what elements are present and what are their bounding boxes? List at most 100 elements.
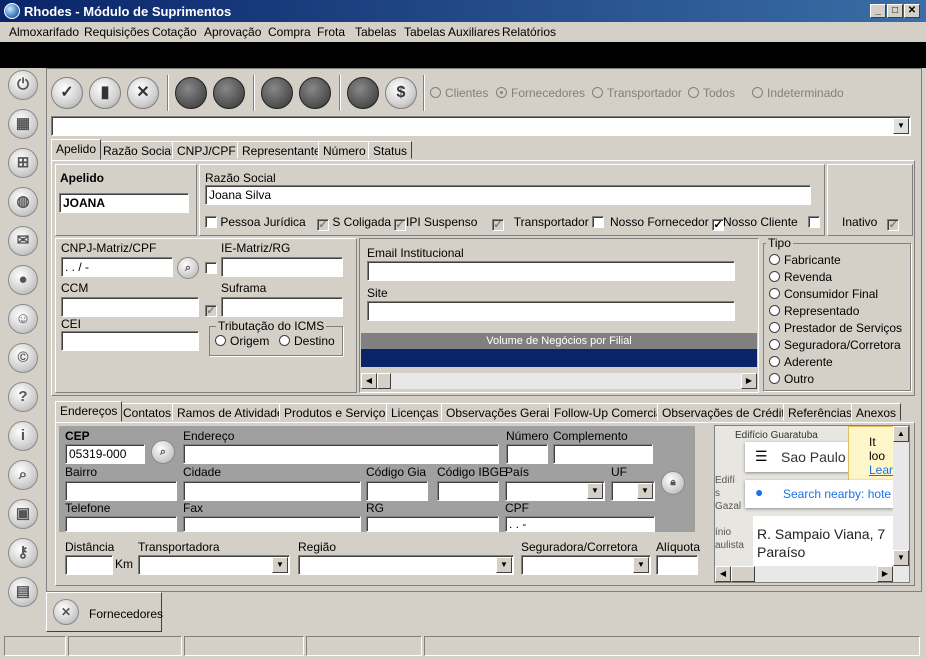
radio-revenda[interactable]: Revenda [769, 270, 832, 284]
seguradora-select[interactable]: ▼ [521, 555, 651, 575]
menu-tabelas[interactable]: Tabelas [355, 25, 396, 39]
radio-indeterminado[interactable]: Indeterminado [752, 86, 844, 100]
key-icon[interactable]: ⚷ [8, 538, 38, 568]
uf-select[interactable]: ▼ [611, 481, 655, 501]
apelido-field[interactable]: JOANA [59, 193, 189, 213]
pais-select[interactable]: ▼ [505, 481, 605, 501]
map-view[interactable]: Edifício Guaratuba Edifí s Gazal ínio aulis… [714, 425, 910, 583]
padlock-icon[interactable]: 🔒︎ [661, 471, 685, 495]
scroll-left-icon[interactable]: ◀ [715, 566, 731, 582]
menu-compra[interactable]: Compra [268, 25, 311, 39]
globe-icon[interactable]: ◍ [8, 187, 38, 217]
search-combo[interactable]: ▼ [51, 116, 911, 136]
map-search-box[interactable]: ☰ Sao Paulo [745, 442, 855, 472]
radio-fabricante[interactable]: Fabricante [769, 253, 841, 267]
radio-prestador-servicos[interactable]: Prestador de Serviços [769, 321, 902, 335]
tab-apelido[interactable]: Apelido [51, 139, 102, 160]
taskbar-fornecedores[interactable]: ✕ Fornecedores [46, 592, 163, 632]
tab-contatos[interactable]: Contatos [118, 403, 177, 421]
menu-aprovacao[interactable]: Aprovação [204, 25, 261, 39]
cep-search-icon[interactable]: ⌕ [151, 440, 175, 464]
regiao-select[interactable]: ▼ [298, 555, 514, 575]
tab-observacoes-credito[interactable]: Observações de Crédito [657, 403, 797, 421]
endereco-field[interactable] [183, 444, 499, 464]
transportador-checkbox[interactable]: ✓ Transportador [492, 215, 605, 231]
cancel-x-icon[interactable]: ✕ [127, 77, 159, 109]
ie-field[interactable] [221, 257, 343, 277]
mail-icon[interactable]: ✉ [8, 226, 38, 256]
copyright-icon[interactable]: © [8, 343, 38, 373]
radio-consumidor-final[interactable]: Consumidor Final [769, 287, 878, 301]
map-vscroll[interactable]: ▲ ▼ [893, 426, 909, 566]
suframa-field[interactable] [221, 297, 343, 317]
radio-origem[interactable]: Origem [215, 334, 269, 348]
info-icon[interactable]: i [8, 421, 38, 451]
email-field[interactable] [367, 261, 735, 281]
tab-numero[interactable]: Número [318, 141, 371, 159]
chat-icon[interactable]: ● [8, 265, 38, 295]
rg-field[interactable] [366, 516, 499, 532]
pessoa-juridica-checkbox[interactable]: Pessoa Jurídica [205, 215, 306, 229]
tab-cnpj-cpf[interactable]: CNPJ/CPF [172, 141, 241, 159]
tab-licencas[interactable]: Licenças [386, 403, 444, 421]
tab-produtos-servicos[interactable]: Produtos e Serviços [279, 403, 397, 421]
chevron-down-icon[interactable]: ▼ [272, 557, 288, 573]
scroll-thumb[interactable] [377, 373, 391, 389]
telefone-field[interactable] [65, 516, 177, 532]
codigo-gia-field[interactable] [366, 481, 428, 501]
s-coligada-checkbox[interactable]: ✓ S Coligada [317, 215, 391, 231]
distancia-field[interactable] [65, 555, 113, 575]
help-icon[interactable]: ? [8, 382, 38, 412]
menu-almoxarifado[interactable]: Almoxarifado [9, 25, 79, 39]
tab-anexos[interactable]: Anexos [851, 403, 902, 421]
scroll-right-icon[interactable]: ▶ [877, 566, 893, 582]
tab-ramos-atividade[interactable]: Ramos de Atividade [172, 403, 289, 421]
razao-field[interactable]: Joana Silva [205, 185, 811, 205]
calculator-icon[interactable]: ▦ [8, 109, 38, 139]
cnpj-search-icon[interactable]: ⌕ [177, 257, 199, 279]
close-window-button[interactable]: ✕ [904, 4, 920, 18]
volume-scrollbar[interactable]: ◀ ▶ [361, 373, 757, 389]
cnpj-field[interactable]: . . / - [61, 257, 173, 277]
map-hscroll[interactable]: ◀ ▶ [715, 566, 909, 582]
cei-field[interactable] [61, 331, 199, 351]
document-icon[interactable]: ▮ [89, 77, 121, 109]
cidade-field[interactable] [183, 481, 361, 501]
scroll-thumb[interactable] [731, 566, 755, 582]
radio-transportador[interactable]: Transportador [592, 86, 682, 100]
site-field[interactable] [367, 301, 735, 321]
minimize-button[interactable]: _ [870, 4, 886, 18]
power-icon[interactable]: ⏻ [8, 70, 38, 100]
cpf-field[interactable]: . . - [505, 516, 655, 532]
scroll-left-icon[interactable]: ◀ [361, 373, 377, 389]
radio-aderente[interactable]: Aderente [769, 355, 833, 369]
tab-follow-up[interactable]: Follow-Up Comercial [549, 403, 671, 421]
maximize-button[interactable]: □ [887, 4, 903, 18]
radio-todos[interactable]: Todos [688, 86, 735, 100]
chevron-down-icon[interactable]: ▼ [496, 557, 512, 573]
menu-tabelas-auxiliares[interactable]: Tabelas Auxiliares [404, 25, 500, 39]
bairro-field[interactable] [65, 481, 177, 501]
complemento-field[interactable] [553, 444, 653, 464]
ccm-field[interactable] [61, 297, 199, 317]
menu-requisicoes[interactable]: Requisições [84, 25, 149, 39]
nosso-fornecedor-checkbox[interactable]: Nosso Fornecedor ✓ [610, 215, 725, 231]
fax-field[interactable] [183, 516, 361, 532]
close-icon[interactable]: ✕ [53, 599, 79, 625]
lock-icon[interactable]: ▤ [8, 577, 38, 607]
volume-grid[interactable] [361, 349, 757, 367]
nosso-cliente-checkbox[interactable]: Nosso Cliente [723, 215, 820, 229]
map-search-nearby[interactable]: ● Search nearby: hote [745, 480, 893, 508]
ie-checkbox[interactable] [205, 261, 217, 275]
dollar-icon[interactable]: $ [385, 77, 417, 109]
radio-fornecedores[interactable]: Fornecedores [496, 86, 585, 100]
user-icon[interactable]: ☺ [8, 304, 38, 334]
map-menu-icon[interactable]: ☰ [755, 448, 768, 465]
menu-relatorios[interactable]: Relatórios [502, 25, 556, 39]
search-icon[interactable]: ⌕ [8, 460, 38, 490]
cep-field[interactable]: 05319-000 [65, 444, 145, 464]
radio-destino[interactable]: Destino [279, 334, 335, 348]
tab-status[interactable]: Status [368, 141, 413, 159]
aliquota-field[interactable] [656, 555, 698, 575]
radio-seguradora-corretora[interactable]: Seguradora/Corretora [769, 338, 901, 352]
